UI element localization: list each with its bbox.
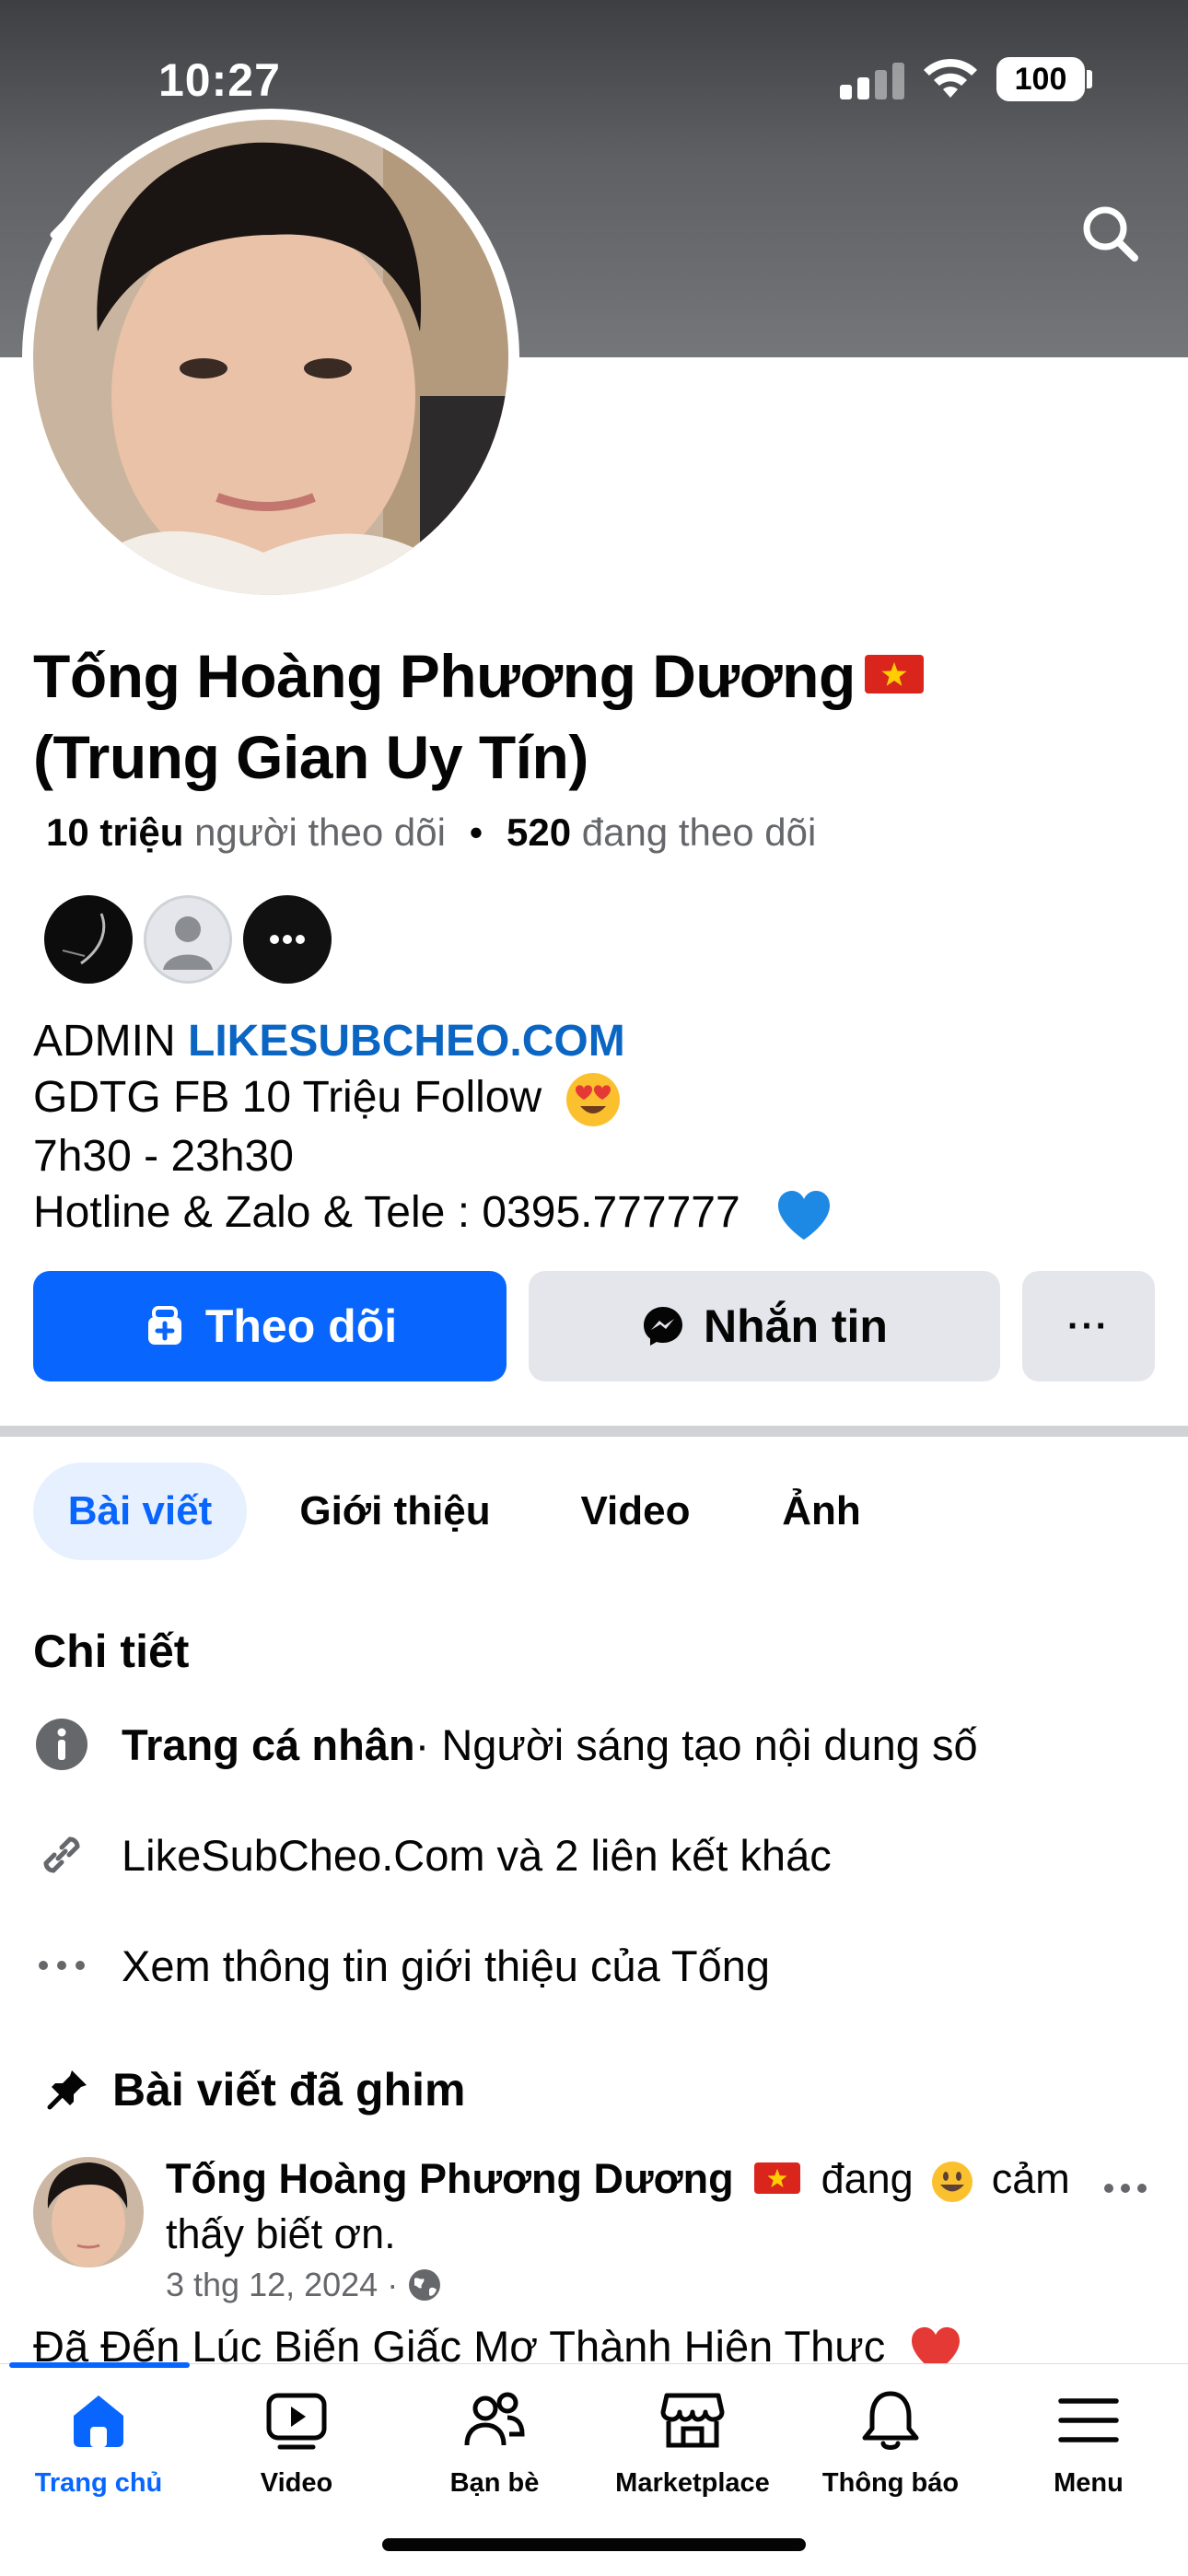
nav-home-label: Trang chủ [34, 2468, 163, 2498]
wifi-icon [924, 58, 977, 98]
bio-line3: 7h30 - 23h30 [33, 1132, 294, 1182]
messenger-icon [644, 1307, 682, 1346]
see-more-text[interactable]: Xem thông tin giới thiệu của Tống [122, 1941, 770, 1991]
vietnam-flag-icon [754, 2162, 801, 2195]
message-button[interactable]: Nhắn tin [529, 1271, 1000, 1381]
bio-line2: GDTG FB 10 Triệu Follow [33, 1073, 542, 1122]
cellular-signal-icon [840, 61, 904, 99]
following-label: đang theo dõi [581, 810, 817, 854]
nav-menu-label: Menu [1054, 2468, 1124, 2498]
default-avatar-icon[interactable] [144, 895, 232, 984]
pinned-heading-text: Bài viết đã ghim [112, 2064, 466, 2116]
pinned-posts-heading: Bài viết đã ghim [44, 2063, 465, 2116]
scroll-progress-indicator [9, 2362, 190, 2368]
post-status-prefix: đang [821, 2155, 914, 2202]
stats-separator: • [469, 810, 483, 854]
friends-icon [460, 2385, 530, 2455]
profile-name: Tống Hoàng Phương Dương (Trung Gian Uy T… [33, 635, 1138, 798]
menu-icon [1054, 2385, 1124, 2455]
links-text[interactable]: LikeSubCheo.Com và 2 liên kết khác [122, 1830, 832, 1881]
bio-line1-prefix: ADMIN [33, 1017, 176, 1066]
info-icon [33, 1716, 90, 1773]
post-meta: 3 thg 12, 2024 · [166, 2266, 442, 2304]
battery-level: 100 [1014, 61, 1067, 97]
followers-count: 10 triệu [46, 810, 184, 854]
profile-name-line2: (Trung Gian Uy Tín) [33, 723, 588, 791]
tab-video[interactable]: Video [543, 1463, 728, 1560]
details-page-type: Trang cá nhân · Người sáng tạo nội dung … [33, 1708, 978, 1781]
following-count: 520 [506, 810, 572, 854]
profile-avatar[interactable] [33, 120, 508, 595]
follow-icon [147, 1306, 181, 1345]
nav-notifications-label: Thông báo [821, 2468, 960, 2498]
post-date[interactable]: 3 thg 12, 2024 [166, 2266, 378, 2304]
home-icon [64, 2385, 134, 2455]
more-actions-button[interactable]: ··· [1022, 1271, 1155, 1381]
friend-avatar[interactable] [44, 895, 133, 984]
nav-menu[interactable]: Menu [996, 2385, 1181, 2514]
marketplace-icon [658, 2385, 728, 2455]
page-type-category: · Người sáng tạo nội dung số [414, 1719, 978, 1769]
nav-video-label: Video [260, 2468, 333, 2498]
section-divider [0, 1426, 1188, 1437]
page-type-label: Trang cá nhân [122, 1719, 415, 1769]
post-header: Tống Hoàng Phương Dương đang cảm thấy bi… [166, 2151, 1087, 2262]
nav-video[interactable]: Video [204, 2385, 389, 2514]
battery-icon: 100 [996, 57, 1085, 101]
profile-name-line1: Tống Hoàng Phương Dương [33, 642, 856, 710]
heart-eyes-emoji-icon [566, 1073, 621, 1127]
more-dots-icon [33, 1937, 90, 1994]
details-links[interactable]: LikeSubCheo.Com và 2 liên kết khác [33, 1818, 832, 1892]
tab-about[interactable]: Giới thiệu [274, 1463, 516, 1560]
search-icon[interactable] [1077, 201, 1144, 267]
status-time: 10:27 [158, 54, 281, 106]
video-icon [262, 2385, 332, 2455]
follow-stats[interactable]: 10 triệu người theo dõi • 520 đang theo … [46, 810, 816, 855]
nav-friends-label: Bạn bè [449, 2468, 540, 2498]
nav-marketplace[interactable]: Marketplace [600, 2385, 785, 2514]
more-friends-icon[interactable] [243, 895, 332, 984]
message-label: Nhắn tin [704, 1300, 888, 1352]
post-meta-separator: · [387, 2266, 399, 2303]
pin-icon [47, 2070, 87, 2110]
details-see-more[interactable]: Xem thông tin giới thiệu của Tống [33, 1929, 770, 2002]
globe-icon [409, 2269, 441, 2301]
blue-heart-emoji-icon [778, 1190, 830, 1240]
battery-tip [1087, 70, 1092, 88]
bio-line4: Hotline & Zalo & Tele : 0395.777777 [33, 1188, 740, 1238]
more-actions-label: ··· [1067, 1305, 1110, 1346]
followers-label: người theo dõi [194, 810, 446, 854]
vietnam-flag-icon [864, 654, 924, 694]
home-indicator[interactable] [382, 2538, 806, 2551]
nav-home[interactable]: Trang chủ [6, 2385, 191, 2514]
link-icon [33, 1826, 90, 1883]
tab-posts[interactable]: Bài viết [33, 1463, 247, 1560]
post-author-name[interactable]: Tống Hoàng Phương Dương [166, 2155, 734, 2202]
tab-photos[interactable]: Ảnh [755, 1463, 888, 1560]
details-heading: Chi tiết [33, 1626, 190, 1677]
nav-marketplace-label: Marketplace [615, 2468, 770, 2498]
nav-notifications[interactable]: Thông báo [798, 2385, 983, 2514]
bio-website-link[interactable]: LIKESUBCHEO.COM [188, 1017, 625, 1066]
follow-label: Theo dõi [204, 1300, 398, 1352]
grinning-emoji-icon [932, 2162, 973, 2203]
profile-bio: ADMIN LIKESUBCHEO.COM GDTG FB 10 Triệu F… [33, 1013, 832, 1241]
nav-friends[interactable]: Bạn bè [402, 2385, 587, 2514]
bell-icon [856, 2385, 926, 2455]
post-author-avatar[interactable] [33, 2157, 144, 2267]
post-options-icon[interactable] [1098, 2161, 1153, 2216]
follow-button[interactable]: Theo dõi [33, 1271, 507, 1381]
